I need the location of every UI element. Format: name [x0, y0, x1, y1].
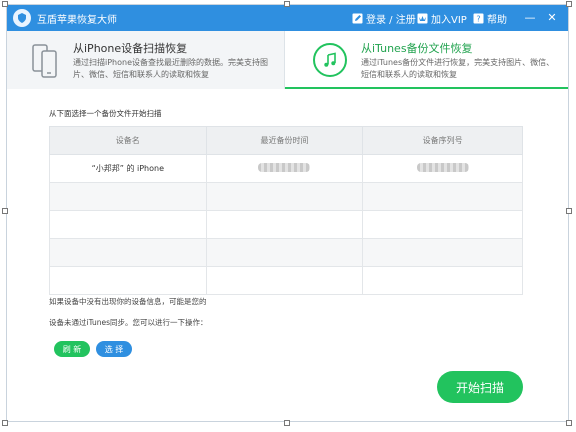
resize-handle-top[interactable]: [284, 1, 290, 7]
minimize-button[interactable]: —: [523, 10, 537, 24]
sync-hint-note: 设备未通过iTunes同步。您可以进行一下操作：: [49, 318, 208, 327]
close-button[interactable]: ✕: [545, 10, 559, 24]
redacted-serial: [416, 163, 469, 172]
resize-handle-bottom-right[interactable]: [566, 420, 572, 426]
svg-text:?: ?: [476, 15, 480, 24]
cell-serial: [362, 154, 523, 183]
column-header-device-name: 设备名: [49, 126, 207, 155]
tab-iphone-scan-title: 从iPhone设备扫描恢复: [73, 42, 188, 55]
resize-handle-top-right[interactable]: [566, 1, 572, 7]
table-row-empty: [49, 238, 523, 267]
cell-device-name: “小邦邦” 的 iPhone: [49, 154, 207, 183]
resize-handle-bottom[interactable]: [284, 420, 290, 426]
app-title: 互盾苹果恢复大师: [37, 15, 117, 26]
cell-backup-time: [205, 154, 364, 183]
resize-handle-right[interactable]: [566, 208, 572, 214]
table-row-empty: [49, 182, 523, 211]
tab-iphone-scan[interactable]: 从iPhone设备扫描恢复 通过扫描iPhone设备查找最近删除的数据。完美支持…: [7, 31, 285, 89]
resize-handle-top-left[interactable]: [2, 1, 8, 7]
select-button[interactable]: 选 择: [96, 341, 132, 357]
backup-table: 设备名 最近备份时间 设备序列号 “小邦邦” 的 iPhone: [49, 126, 523, 295]
resize-handle-left[interactable]: [2, 208, 8, 214]
table-header-row: 设备名 最近备份时间 设备序列号: [49, 126, 523, 155]
table-row[interactable]: “小邦邦” 的 iPhone: [49, 154, 523, 183]
select-backup-prompt: 从下面选择一个备份文件开始扫描: [49, 109, 162, 118]
tab-itunes-backup-desc: 通过iTunes备份文件进行恢复，完美支持图片、微信、短信和联系人的读取和恢复: [361, 58, 555, 79]
app-logo-icon: [13, 9, 31, 27]
start-scan-button[interactable]: 开始扫描: [437, 371, 523, 403]
phone-icon: [32, 44, 57, 78]
help-link[interactable]: ? 帮助: [473, 11, 507, 26]
redacted-backup-time: [258, 163, 311, 172]
table-row-empty: [49, 210, 523, 239]
login-register-link[interactable]: 登录 / 注册: [352, 11, 416, 26]
login-register-label: 登录 / 注册: [366, 15, 416, 26]
resize-handle-bottom-left[interactable]: [2, 420, 8, 426]
column-header-backup-time: 最近备份时间: [205, 126, 364, 155]
screenshot-frame: 互盾苹果恢复大师 登录 / 注册 加入VIP ? 帮助 — ✕ 从iPhone设…: [0, 0, 576, 432]
column-header-serial: 设备序列号: [362, 126, 523, 155]
missing-device-note: 如果设备中没有出现你的设备信息，可能是您的: [49, 297, 207, 306]
join-vip-link[interactable]: 加入VIP: [417, 11, 467, 26]
title-bar: 互盾苹果恢复大师 登录 / 注册 加入VIP ? 帮助 — ✕: [7, 5, 568, 31]
close-icon: ✕: [547, 10, 557, 24]
mode-tabs: 从iPhone设备扫描恢复 通过扫描iPhone设备查找最近删除的数据。完美支持…: [7, 31, 568, 89]
music-note-icon: [313, 43, 347, 77]
vip-icon: [417, 13, 428, 24]
refresh-button[interactable]: 刷 新: [54, 341, 90, 357]
table-row-empty: [49, 266, 523, 295]
help-label: 帮助: [487, 15, 507, 26]
tab-iphone-scan-desc: 通过扫描iPhone设备查找最近删除的数据。完美支持图片、微信、短信和联系人的读…: [73, 58, 269, 79]
help-icon: ?: [473, 13, 484, 24]
app-window: 互盾苹果恢复大师 登录 / 注册 加入VIP ? 帮助 — ✕ 从iPhone设…: [6, 4, 569, 422]
edit-icon: [352, 13, 363, 24]
join-vip-label: 加入VIP: [431, 15, 467, 26]
tab-itunes-backup-title: 从iTunes备份文件恢复: [361, 42, 473, 55]
minimize-icon: —: [524, 10, 536, 24]
tab-itunes-backup[interactable]: 从iTunes备份文件恢复 通过iTunes备份文件进行恢复，完美支持图片、微信…: [285, 31, 568, 89]
